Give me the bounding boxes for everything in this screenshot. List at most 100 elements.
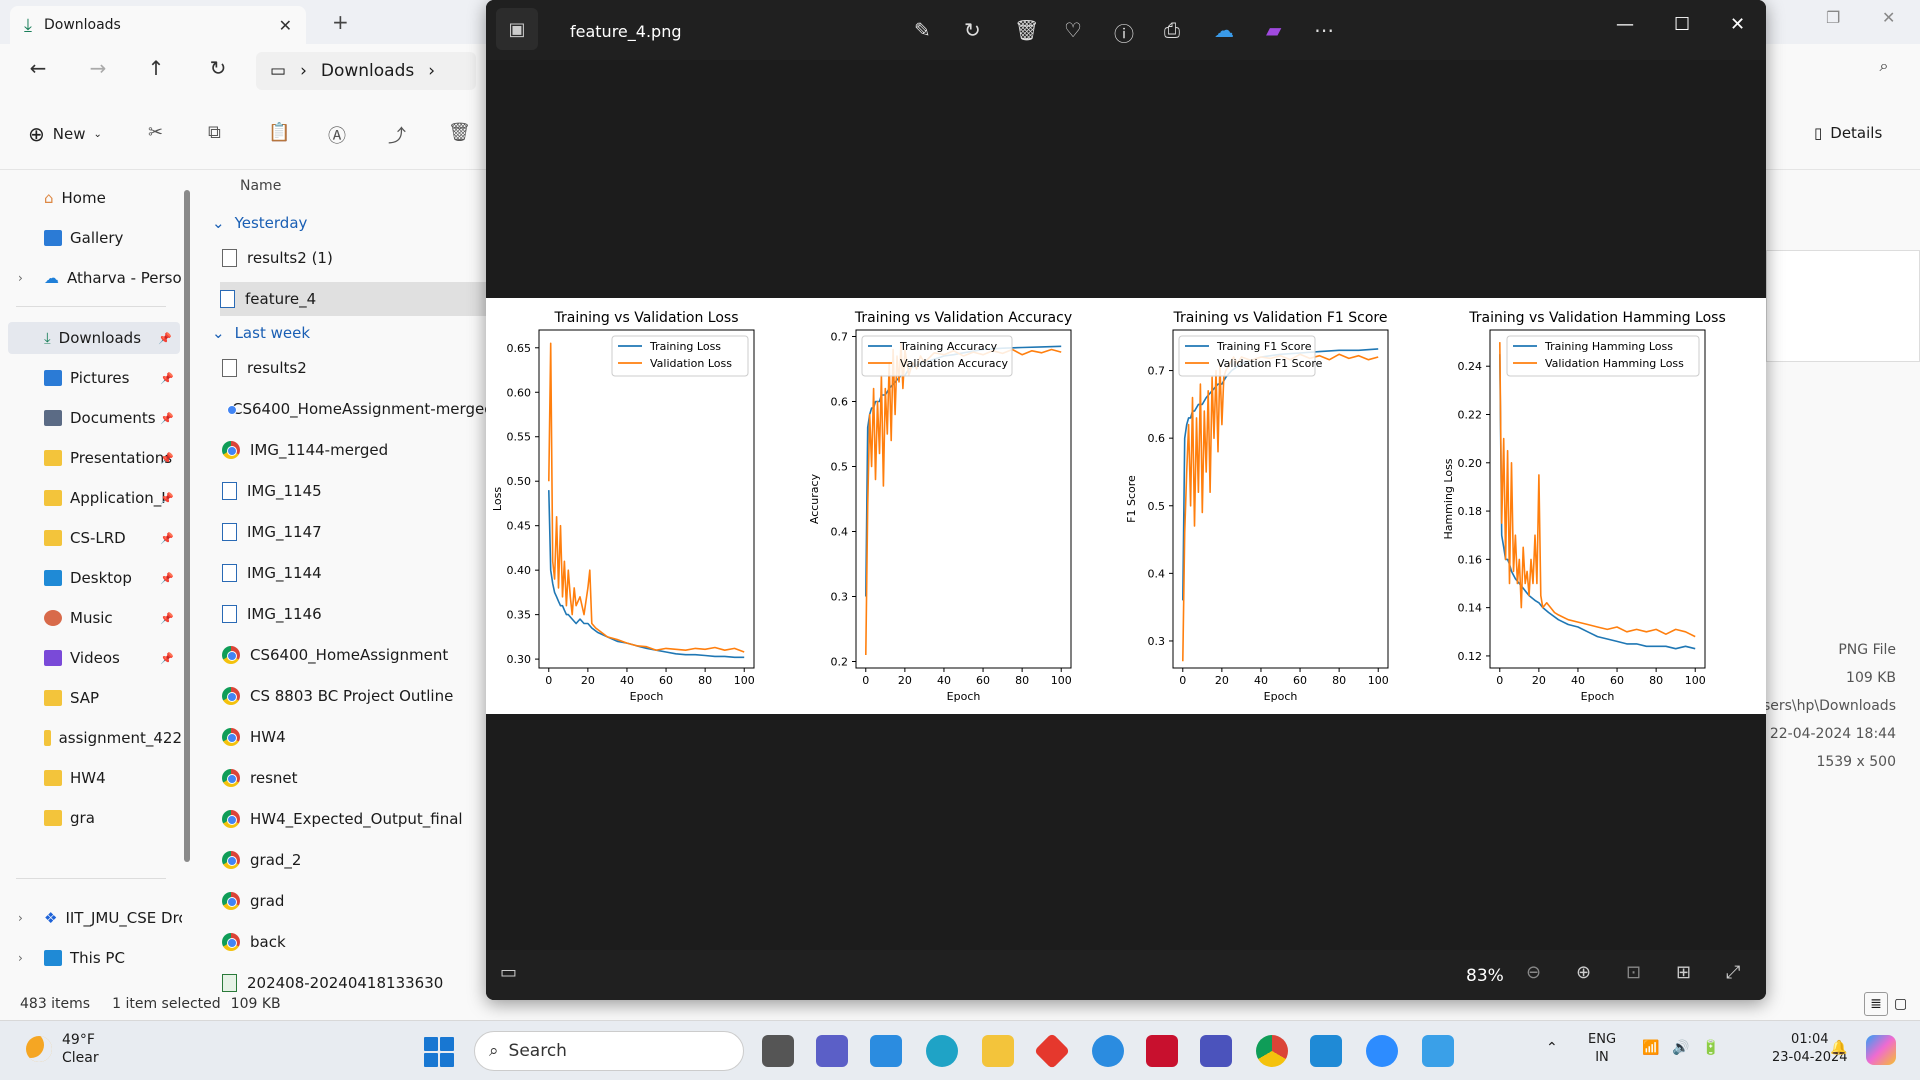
maximize-icon[interactable]: ☐ <box>1674 14 1690 35</box>
copy-icon[interactable]: ⧉ <box>208 122 221 143</box>
task-view-icon[interactable] <box>762 1035 794 1067</box>
info-icon[interactable]: ⓘ <box>1114 18 1134 47</box>
show-hidden-icons[interactable]: ⌃ <box>1546 1039 1558 1057</box>
file-row[interactable]: results2 (1) <box>222 241 492 275</box>
chevron-right-icon[interactable]: › <box>18 911 23 925</box>
group-header-yesterday[interactable]: ⌄ Yesterday <box>212 214 307 232</box>
sidebar-item-presentations[interactable]: Presentations 📌 <box>0 442 182 474</box>
teams-work-icon[interactable] <box>1200 1035 1232 1067</box>
taskbar-search[interactable]: ⌕ Search <box>474 1031 744 1071</box>
battery-icon[interactable]: 🔋 <box>1702 1039 1719 1057</box>
list-view-icon[interactable]: ≣ <box>1864 992 1888 1016</box>
sidebar-item-home[interactable]: ⌂ Home <box>0 182 182 214</box>
zoom-in-icon[interactable]: ⊕ <box>1576 962 1591 983</box>
file-row[interactable]: IMG_1144 <box>222 556 492 590</box>
chevron-right-icon[interactable]: › <box>18 951 23 965</box>
sidebar-item-gallery[interactable]: Gallery <box>0 222 182 254</box>
mcafee-icon[interactable] <box>1146 1035 1178 1067</box>
sidebar-item-cs-lrd[interactable]: CS-LRD 📌 <box>0 522 182 554</box>
store-icon[interactable] <box>870 1035 902 1067</box>
rename-icon[interactable]: Ⓐ <box>328 122 346 148</box>
minimize-icon[interactable]: — <box>1616 14 1634 35</box>
chrome-icon[interactable] <box>1256 1035 1288 1067</box>
close-window-icon[interactable]: ✕ <box>1882 8 1895 27</box>
file-row[interactable]: IMG_1147 <box>222 515 492 549</box>
copilot-icon[interactable] <box>1866 1035 1896 1065</box>
favorite-icon[interactable]: ♡ <box>1064 18 1082 42</box>
close-tab-icon[interactable]: ✕ <box>279 16 292 35</box>
restore-icon[interactable]: ❐ <box>1826 8 1840 27</box>
sidebar-item-pictures[interactable]: Pictures 📌 <box>0 362 182 394</box>
file-row-selected[interactable]: feature_4 <box>220 282 490 316</box>
wifi-icon[interactable]: 📶 <box>1642 1039 1659 1057</box>
anydesk-icon[interactable] <box>1033 1032 1071 1070</box>
sidebar-item-gra[interactable]: gra <box>0 802 182 834</box>
paste-icon[interactable]: 📋 <box>268 122 290 143</box>
tab-downloads[interactable]: ⤓ Downloads ✕ <box>10 6 306 44</box>
sidebar-item-sap[interactable]: SAP <box>0 682 182 714</box>
sidebar-item-assignment[interactable]: assignment_422 <box>0 722 182 754</box>
sidebar-item-downloads[interactable]: ⤓ Downloads 📌 <box>8 322 180 354</box>
sidebar-item-documents[interactable]: Documents 📌 <box>0 402 182 434</box>
file-row[interactable]: grad <box>222 884 492 918</box>
language-indicator[interactable]: ENG IN <box>1588 1031 1616 1067</box>
cut-icon[interactable]: ✂ <box>148 122 163 143</box>
onedrive-icon[interactable]: ☁ <box>1214 18 1234 42</box>
edit-icon[interactable]: ✎ <box>914 18 931 42</box>
rotate-icon[interactable]: ↻ <box>964 18 981 42</box>
file-row[interactable]: results2 <box>222 351 492 385</box>
print-icon[interactable]: ⎙ <box>1164 18 1180 42</box>
chevron-right-icon[interactable]: › <box>18 271 23 285</box>
sidebar-item-this-pc[interactable]: › This PC <box>0 942 182 974</box>
start-button[interactable] <box>424 1037 454 1067</box>
teams-icon[interactable] <box>816 1035 848 1067</box>
photos-icon[interactable] <box>1422 1035 1454 1067</box>
clipchamp-icon[interactable]: ▰ <box>1266 18 1281 42</box>
file-row[interactable]: 202408-20240418133630 <box>222 966 492 1000</box>
vscode-icon[interactable] <box>1310 1035 1342 1067</box>
file-row[interactable]: CS6400_HomeAssignment <box>222 638 492 672</box>
file-row[interactable]: IMG_1146 <box>222 597 492 631</box>
photos-app-icon[interactable]: ▣ <box>496 8 538 50</box>
back-icon[interactable]: ← <box>24 56 52 80</box>
fullscreen-icon[interactable]: ⤢ <box>1726 962 1740 983</box>
delete-icon[interactable]: 🗑 <box>448 122 471 143</box>
forward-icon[interactable]: → <box>84 56 112 80</box>
zoom-icon[interactable] <box>1366 1035 1398 1067</box>
address-bar[interactable]: ▭ › Downloads › <box>256 52 476 90</box>
sidebar-item-onedrive[interactable]: › ☁ Atharva - Persor <box>0 262 182 294</box>
more-options-icon[interactable]: ⋯ <box>1314 18 1334 42</box>
file-row[interactable]: back <box>222 925 492 959</box>
new-button[interactable]: ⊕ New ⌄ <box>28 122 102 146</box>
sidebar-item-application[interactable]: Application_I 📌 <box>0 482 182 514</box>
help-icon[interactable] <box>1092 1035 1124 1067</box>
edge-icon[interactable] <box>926 1035 958 1067</box>
file-row[interactable]: resnet <box>222 761 492 795</box>
details-button[interactable]: ▯ Details <box>1814 124 1882 142</box>
refresh-icon[interactable]: ↻ <box>204 56 232 80</box>
filmstrip-icon[interactable]: ▭ <box>500 962 517 983</box>
breadcrumb-downloads[interactable]: Downloads <box>321 61 414 81</box>
tiles-view-icon[interactable]: ▢ <box>1894 996 1907 1012</box>
volume-icon[interactable]: 🔊 <box>1672 1039 1689 1057</box>
share-icon[interactable]: ⤴ <box>388 122 406 148</box>
file-row[interactable]: CS 8803 BC Project Outline <box>222 679 492 713</box>
weather-widget[interactable]: 49°F Clear <box>26 1031 99 1067</box>
file-row[interactable]: HW4_Expected_Output_final <box>222 802 492 836</box>
close-icon[interactable]: ✕ <box>1730 14 1745 35</box>
up-icon[interactable]: ↑ <box>142 56 170 80</box>
sidebar-item-hw4[interactable]: HW4 <box>0 762 182 794</box>
file-row[interactable]: IMG_1144-merged <box>222 433 492 467</box>
new-tab-button[interactable]: + <box>332 10 349 34</box>
file-row[interactable]: CS6400_HomeAssignment-merged <box>222 392 492 426</box>
search-icon[interactable]: ⌕ <box>1870 56 1898 76</box>
zoom-out-icon[interactable]: ⊖ <box>1526 962 1541 983</box>
sidebar-scrollbar[interactable] <box>184 190 190 862</box>
sidebar-item-videos[interactable]: Videos 📌 <box>0 642 182 674</box>
actual-size-icon[interactable]: ⊞ <box>1676 962 1691 983</box>
sidebar-item-desktop[interactable]: Desktop 📌 <box>0 562 182 594</box>
file-row[interactable]: grad_2 <box>222 843 492 877</box>
file-row[interactable]: IMG_1145 <box>222 474 492 508</box>
file-row[interactable]: HW4 <box>222 720 492 754</box>
sidebar-item-music[interactable]: Music 📌 <box>0 602 182 634</box>
